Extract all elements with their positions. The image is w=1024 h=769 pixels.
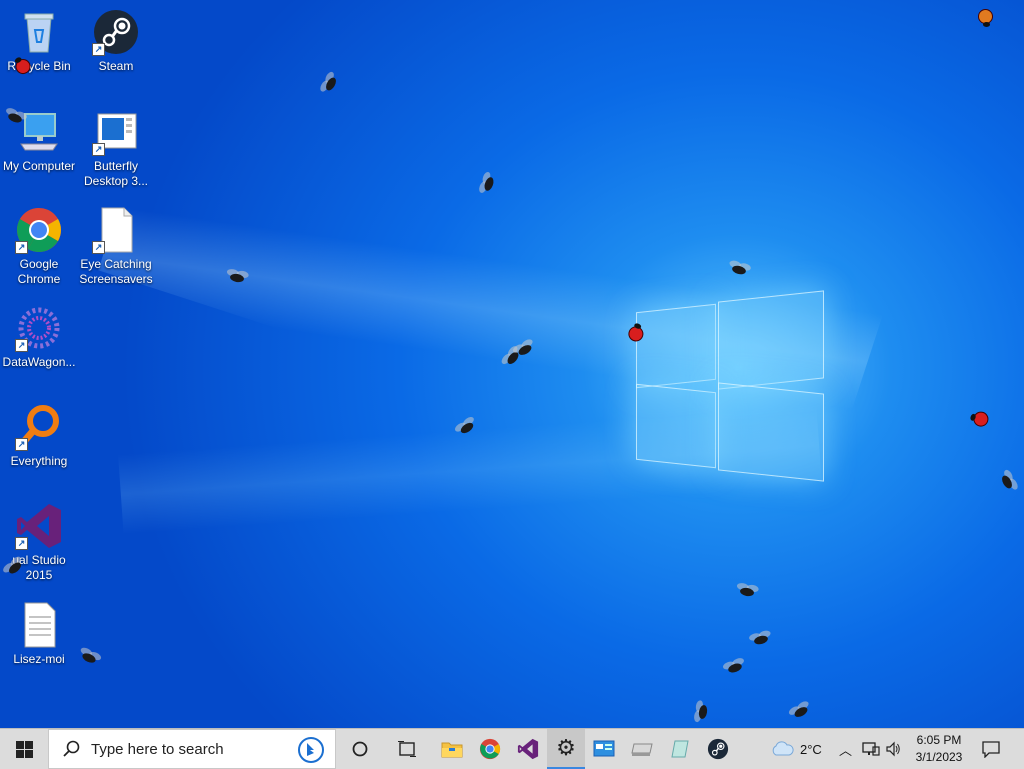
taskbar-settings[interactable]: ⚙ (547, 729, 585, 769)
desktop-icon-label: Butterfly Desktop 3... (83, 159, 149, 188)
desktop-icon-butterfly-desktop[interactable]: ↗ Butterfly Desktop 3... (77, 108, 155, 189)
steam-icon (707, 738, 729, 760)
chevron-up-icon: ︿ (839, 742, 853, 758)
search-icon (63, 740, 80, 757)
notification-icon (982, 741, 1000, 758)
shortcut-arrow-icon: ↗ (15, 537, 28, 550)
desktop-icon-eye-catching-screensavers[interactable]: ↗ Eye Catching Screensavers (77, 206, 155, 287)
shortcut-arrow-icon: ↗ (15, 339, 28, 352)
desktop-icon-label: Google Chrome (17, 257, 61, 286)
desktop-icon-datawagon[interactable]: ↗ DataWagon... (0, 304, 78, 370)
weather-widget[interactable]: 2°C (770, 729, 822, 769)
desktop-icon-label: Lisez-moi (13, 652, 65, 666)
fly-sprite (720, 656, 750, 680)
desktop-icon-label: DataWagon... (2, 355, 76, 369)
desktop-icon-lisez-moi[interactable]: Lisez-moi (0, 601, 78, 667)
butterfly-desktop-icon: ↗ (92, 108, 140, 156)
windows-start-icon (15, 740, 33, 758)
control-panel-icon (593, 740, 615, 757)
task-view-button[interactable] (388, 729, 426, 769)
fly-sprite (318, 69, 345, 100)
network-button[interactable] (862, 729, 880, 769)
taskbar-file-explorer[interactable] (433, 729, 471, 769)
windows-logo-wallpaper (636, 290, 824, 482)
desktop-icon-label: Everything (10, 454, 68, 468)
fly-sprite (477, 169, 501, 199)
action-center-button[interactable] (982, 729, 1000, 769)
taskbar-clock[interactable]: 6:05 PM 3/1/2023 (904, 732, 974, 766)
taskbar: Type here to search ⚙ 2°C ︿ 6:05 PM 3/1/… (0, 728, 1024, 769)
bing-icon (298, 737, 324, 763)
datawagon-icon: ↗ (15, 304, 63, 352)
steam-icon: ↗ (92, 8, 140, 56)
desktop-icon-label: My Computer (2, 159, 76, 173)
drive-icon (631, 743, 653, 756)
cortana-button[interactable] (341, 729, 379, 769)
taskbar-chrome[interactable] (471, 729, 509, 769)
ladybug-sprite (968, 409, 991, 431)
fly-sprite (452, 414, 482, 442)
taskbar-search-box[interactable]: Type here to search (48, 729, 336, 769)
cloud-icon (772, 741, 794, 756)
visual-studio-icon (517, 738, 539, 760)
shortcut-arrow-icon: ↗ (92, 241, 105, 254)
speaker-icon (886, 741, 900, 757)
desktop-icon-everything[interactable]: ↗ Everything (0, 403, 78, 469)
shortcut-arrow-icon: ↗ (15, 241, 28, 254)
show-hidden-icons-button[interactable]: ︿ (839, 729, 852, 769)
search-placeholder: Type here to search (91, 740, 224, 758)
file-explorer-icon (441, 742, 463, 758)
fly-sprite (994, 467, 1021, 498)
fly-sprite (786, 699, 817, 726)
chrome-icon: ↗ (15, 206, 63, 254)
settings-gear-icon: ⚙ (556, 735, 576, 760)
desktop-icon-label: Eye Catching Screensavers (79, 257, 153, 286)
shortcut-arrow-icon: ↗ (92, 43, 105, 56)
fly-sprite (746, 629, 775, 651)
visual-studio-icon: ↗ (15, 502, 63, 550)
taskbar-app[interactable] (661, 729, 699, 769)
fly-sprite (223, 268, 251, 288)
task-view-icon (398, 741, 416, 757)
taskbar-visual-studio[interactable] (509, 729, 547, 769)
desktop-icon-steam[interactable]: ↗ Steam (77, 8, 155, 74)
clock-date: 3/1/2023 (915, 750, 963, 764)
taskbar-drive[interactable] (623, 729, 661, 769)
weather-temperature: 2°C (800, 741, 822, 757)
network-icon (862, 742, 880, 756)
taskbar-steam[interactable] (699, 729, 737, 769)
shortcut-arrow-icon: ↗ (92, 143, 105, 156)
fly-sprite (733, 582, 761, 602)
fly-sprite (693, 698, 713, 726)
start-button[interactable] (0, 729, 48, 769)
ladybug-sprite (978, 9, 996, 27)
taskbar-control-panel[interactable] (585, 729, 623, 769)
desktop-icon-label: Steam (98, 59, 134, 73)
clock-time: 6:05 PM (916, 733, 962, 747)
cortana-icon (352, 741, 368, 757)
desktop-icon-google-chrome[interactable]: ↗ Google Chrome (0, 206, 78, 287)
document-icon: ↗ (92, 206, 140, 254)
app-icon (671, 740, 689, 758)
everything-search-icon: ↗ (15, 403, 63, 451)
fly-sprite (74, 645, 104, 670)
fly-sprite (724, 259, 753, 281)
shortcut-arrow-icon: ↗ (15, 438, 28, 451)
text-document-icon (15, 601, 63, 649)
chrome-icon (479, 738, 501, 760)
volume-button[interactable] (885, 729, 901, 769)
recycle-bin-icon (15, 8, 63, 56)
